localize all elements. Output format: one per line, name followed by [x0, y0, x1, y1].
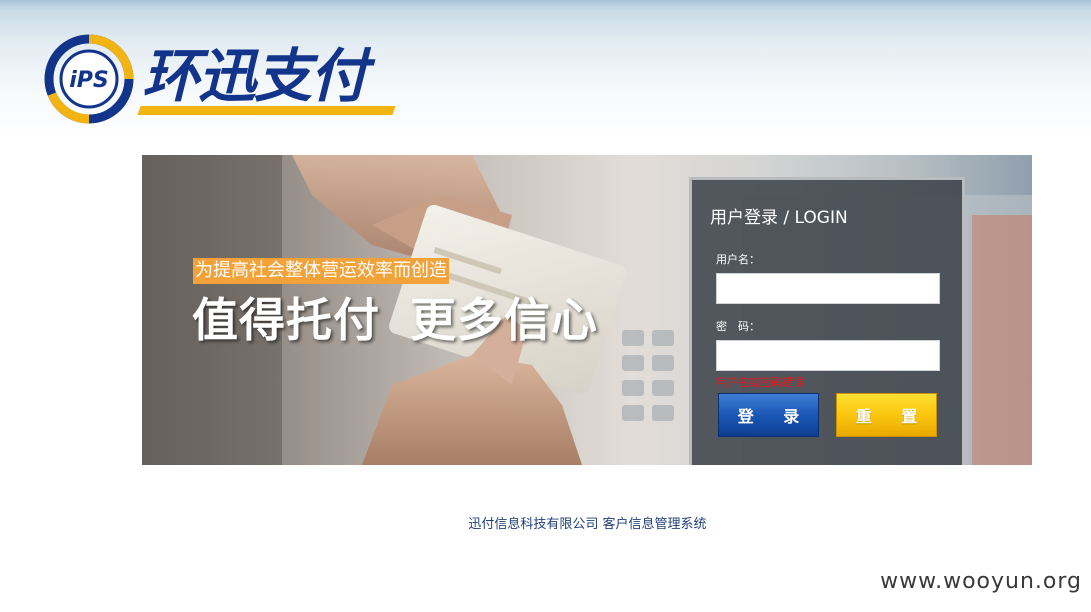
username-label: 用户名：: [716, 253, 760, 266]
login-error-message: 用户名或密码错误: [716, 376, 804, 389]
footer-company-system: 迅付信息科技有限公司 客户信息管理系统: [468, 517, 707, 532]
banner-slogan: 值得托付 更多信心: [192, 292, 628, 348]
banner-slogan-part1: 值得托付: [192, 293, 380, 347]
reset-button[interactable]: 重 置: [836, 393, 937, 437]
ips-logo-mark-text: iPS: [69, 68, 109, 93]
banner-tagline: 为提高社会整体营运效率而创造: [193, 258, 449, 284]
username-input[interactable]: [716, 273, 940, 304]
password-input[interactable]: [716, 340, 940, 371]
banner-slogan-part2: 更多信心: [410, 293, 598, 347]
login-button[interactable]: 登 录: [718, 393, 819, 437]
ips-logo: iPS 环迅支付: [44, 34, 404, 126]
ips-logo-icon: iPS: [44, 34, 134, 124]
login-title: 用户登录 / LOGIN: [710, 208, 848, 228]
brand-name: 环迅支付: [142, 42, 368, 110]
watermark: www.wooyun.org: [880, 569, 1082, 594]
login-panel: 用户登录 / LOGIN 用户名： 密 码： 用户名或密码错误 登 录 重 置: [689, 177, 965, 465]
password-label: 密 码：: [716, 320, 760, 333]
